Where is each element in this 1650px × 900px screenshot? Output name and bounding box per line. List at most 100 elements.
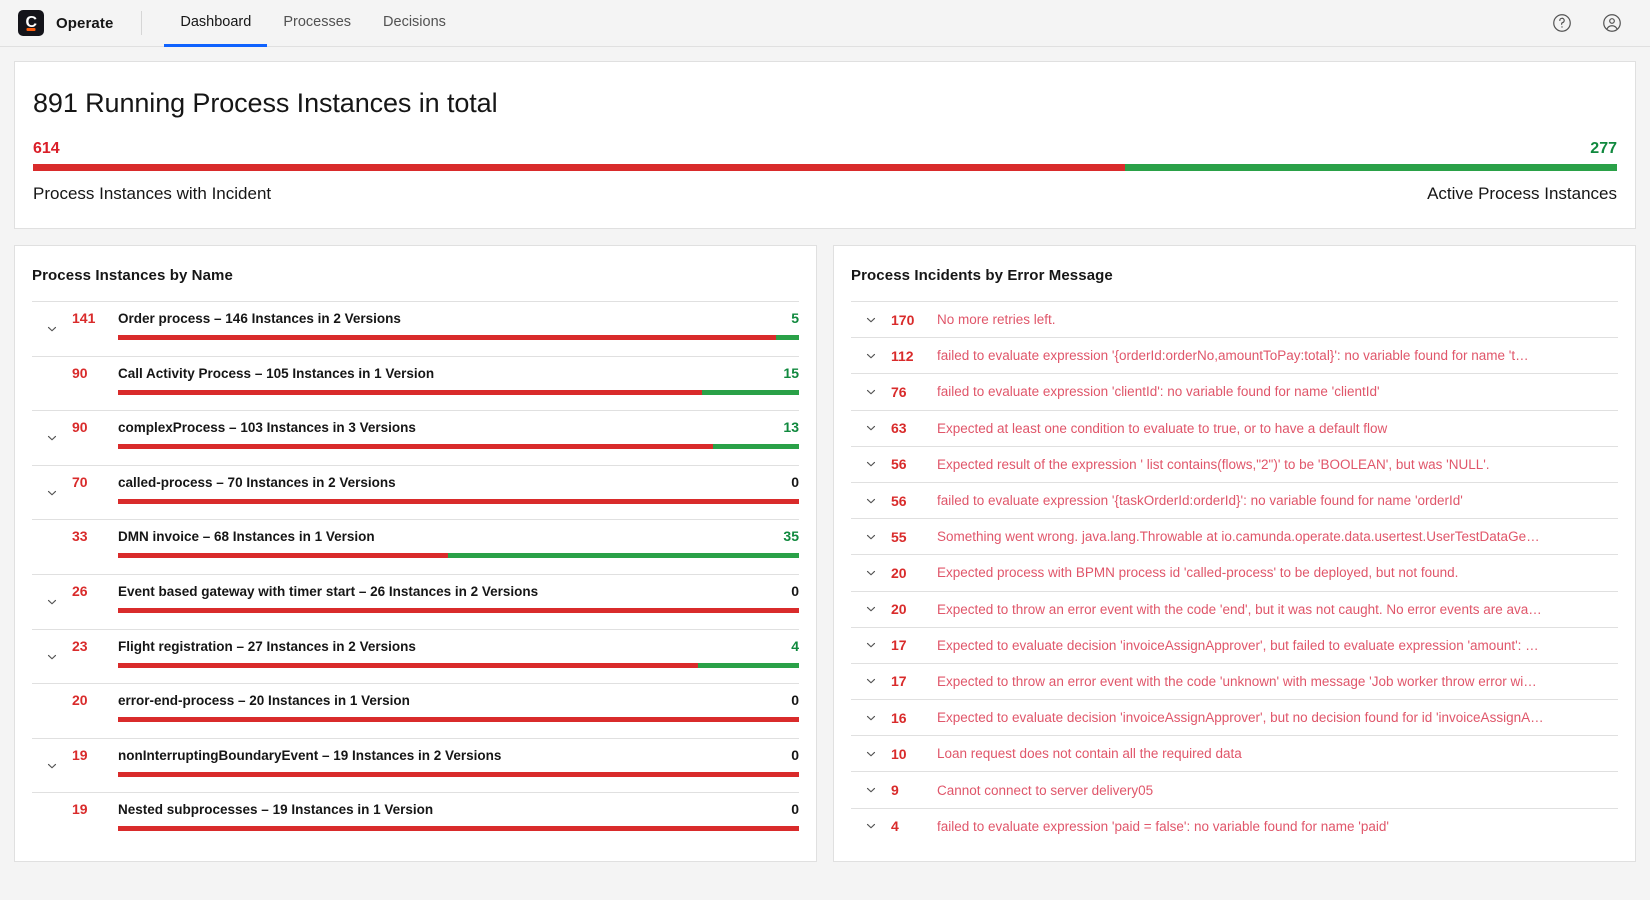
instances-row-incident-count[interactable]: 90 <box>72 365 106 381</box>
incidents-by-error-row[interactable]: 112failed to evaluate expression '{order… <box>851 337 1618 373</box>
instances-row-bar-incident[interactable] <box>118 390 702 395</box>
incidents-row-message[interactable]: Expected result of the expression ' list… <box>937 457 1618 472</box>
incidents-row-count[interactable]: 16 <box>891 710 937 726</box>
instances-row-process-name[interactable]: nonInterruptingBoundaryEvent – 19 Instan… <box>106 748 781 763</box>
instances-row-bar-incident[interactable] <box>118 772 799 777</box>
incidents-row-count[interactable]: 17 <box>891 637 937 653</box>
instances-by-name-row[interactable]: 90Call Activity Process – 105 Instances … <box>32 356 799 411</box>
expand-chevron-down-icon[interactable] <box>851 638 891 652</box>
incidents-row-message[interactable]: No more retries left. <box>937 312 1618 327</box>
expand-chevron-down-icon[interactable] <box>851 566 891 580</box>
tab-processes[interactable]: Processes <box>267 0 367 47</box>
instances-row-bar-active[interactable] <box>776 335 799 340</box>
incidents-row-message[interactable]: Expected at least one condition to evalu… <box>937 421 1618 436</box>
brand[interactable]: C Operate <box>16 10 113 36</box>
expand-chevron-down-icon[interactable] <box>32 466 72 521</box>
expand-chevron-down-icon[interactable] <box>32 411 72 466</box>
instances-row-active-count[interactable]: 35 <box>783 528 799 544</box>
instances-row-bar-active[interactable] <box>713 444 799 449</box>
expand-chevron-down-icon[interactable] <box>851 313 891 327</box>
instances-row-incident-count[interactable]: 19 <box>72 747 106 763</box>
incidents-row-message[interactable]: Cannot connect to server delivery05 <box>937 783 1618 798</box>
incidents-row-message[interactable]: Expected to throw an error event with th… <box>937 602 1618 617</box>
instances-row-incident-count[interactable]: 33 <box>72 528 106 544</box>
expand-chevron-down-icon[interactable] <box>851 819 891 833</box>
instances-row-active-count[interactable]: 0 <box>791 583 799 599</box>
instances-row-bar-incident[interactable] <box>118 608 799 613</box>
incidents-row-count[interactable]: 20 <box>891 601 937 617</box>
help-circle-icon[interactable] <box>1550 11 1574 35</box>
incidents-row-count[interactable]: 10 <box>891 746 937 762</box>
instances-row-bar-active[interactable] <box>698 663 799 668</box>
instances-by-name-row[interactable]: 141Order process – 146 Instances in 2 Ve… <box>32 301 799 356</box>
incidents-row-message[interactable]: failed to evaluate expression 'clientId'… <box>937 384 1618 399</box>
instances-by-name-row[interactable]: 70called-process – 70 Instances in 2 Ver… <box>32 465 799 520</box>
instances-by-name-row[interactable]: 90complexProcess – 103 Instances in 3 Ve… <box>32 410 799 465</box>
instances-row-bar-incident[interactable] <box>118 717 799 722</box>
instances-row-process-name[interactable]: Nested subprocesses – 19 Instances in 1 … <box>106 802 781 817</box>
instances-row-bar-incident[interactable] <box>118 335 776 340</box>
incidents-by-error-row[interactable]: 63Expected at least one condition to eva… <box>851 410 1618 446</box>
instances-row-incident-count[interactable]: 90 <box>72 419 106 435</box>
instances-row-process-name[interactable]: DMN invoice – 68 Instances in 1 Version <box>106 529 773 544</box>
incidents-by-error-row[interactable]: 16Expected to evaluate decision 'invoice… <box>851 699 1618 735</box>
instances-row-active-count[interactable]: 0 <box>791 801 799 817</box>
incidents-by-error-row[interactable]: 56failed to evaluate expression '{taskOr… <box>851 482 1618 518</box>
active-label[interactable]: Active Process Instances <box>1427 184 1617 204</box>
expand-chevron-down-icon[interactable] <box>851 421 891 435</box>
instances-by-name-row[interactable]: 33DMN invoice – 68 Instances in 1 Versio… <box>32 519 799 574</box>
instances-row-bar-incident[interactable] <box>118 826 799 831</box>
incidents-row-count[interactable]: 9 <box>891 782 937 798</box>
incidents-by-error-row[interactable]: 76failed to evaluate expression 'clientI… <box>851 373 1618 409</box>
instances-row-incident-count[interactable]: 70 <box>72 474 106 490</box>
incidents-row-count[interactable]: 56 <box>891 493 937 509</box>
expand-chevron-down-icon[interactable] <box>32 630 72 685</box>
expand-chevron-down-icon[interactable] <box>851 783 891 797</box>
incidents-row-message[interactable]: failed to evaluate expression '{orderId:… <box>937 348 1618 363</box>
incidents-row-count[interactable]: 76 <box>891 384 937 400</box>
instances-row-bar-incident[interactable] <box>118 444 713 449</box>
instances-row-active-count[interactable]: 0 <box>791 474 799 490</box>
instances-by-name-row[interactable]: 19nonInterruptingBoundaryEvent – 19 Inst… <box>32 738 799 793</box>
summary-bar-incident-segment[interactable] <box>33 164 1125 171</box>
incidents-row-count[interactable]: 20 <box>891 565 937 581</box>
instances-row-process-name[interactable]: called-process – 70 Instances in 2 Versi… <box>106 475 781 490</box>
incidents-row-count[interactable]: 56 <box>891 456 937 472</box>
tab-dashboard[interactable]: Dashboard <box>164 0 267 47</box>
expand-chevron-down-icon[interactable] <box>851 494 891 508</box>
incidents-row-message[interactable]: Expected process with BPMN process id 'c… <box>937 565 1618 580</box>
instances-row-process-name[interactable]: Call Activity Process – 105 Instances in… <box>106 366 773 381</box>
expand-chevron-down-icon[interactable] <box>851 457 891 471</box>
incidents-row-count[interactable]: 17 <box>891 673 937 689</box>
instances-row-process-name[interactable]: error-end-process – 20 Instances in 1 Ve… <box>106 693 781 708</box>
incidents-row-message[interactable]: failed to evaluate expression 'paid = fa… <box>937 819 1618 834</box>
incidents-by-error-row[interactable]: 170No more retries left. <box>851 301 1618 337</box>
instances-row-active-count[interactable]: 13 <box>783 419 799 435</box>
instances-row-bar-active[interactable] <box>448 553 799 558</box>
incidents-row-message[interactable]: Loan request does not contain all the re… <box>937 746 1618 761</box>
instances-row-active-count[interactable]: 4 <box>791 638 799 654</box>
instances-row-incident-count[interactable]: 141 <box>72 310 106 326</box>
expand-chevron-down-icon[interactable] <box>32 302 72 357</box>
incidents-row-count[interactable]: 170 <box>891 312 937 328</box>
incidents-by-error-row[interactable]: 20Expected process with BPMN process id … <box>851 554 1618 590</box>
tab-decisions[interactable]: Decisions <box>367 0 462 47</box>
incidents-row-count[interactable]: 112 <box>891 348 937 364</box>
instances-row-active-count[interactable]: 0 <box>791 692 799 708</box>
incidents-by-error-row[interactable]: 17Expected to evaluate decision 'invoice… <box>851 627 1618 663</box>
expand-chevron-down-icon[interactable] <box>851 711 891 725</box>
summary-bar-active-segment[interactable] <box>1125 164 1617 171</box>
instances-row-bar-incident[interactable] <box>118 553 448 558</box>
expand-chevron-down-icon[interactable] <box>851 747 891 761</box>
instances-row-active-count[interactable]: 5 <box>791 310 799 326</box>
instances-row-bar-incident[interactable] <box>118 499 799 504</box>
instances-by-name-row[interactable]: 26Event based gateway with timer start –… <box>32 574 799 629</box>
instances-row-bar-active[interactable] <box>702 390 799 395</box>
incidents-by-error-row[interactable]: 20Expected to throw an error event with … <box>851 591 1618 627</box>
instances-row-bar-incident[interactable] <box>118 663 698 668</box>
instances-row-incident-count[interactable]: 23 <box>72 638 106 654</box>
instances-by-name-row[interactable]: 20error-end-process – 20 Instances in 1 … <box>32 683 799 738</box>
incidents-by-error-row[interactable]: 55Something went wrong. java.lang.Throwa… <box>851 518 1618 554</box>
expand-chevron-down-icon[interactable] <box>851 385 891 399</box>
incidents-row-message[interactable]: Expected to throw an error event with th… <box>937 674 1618 689</box>
